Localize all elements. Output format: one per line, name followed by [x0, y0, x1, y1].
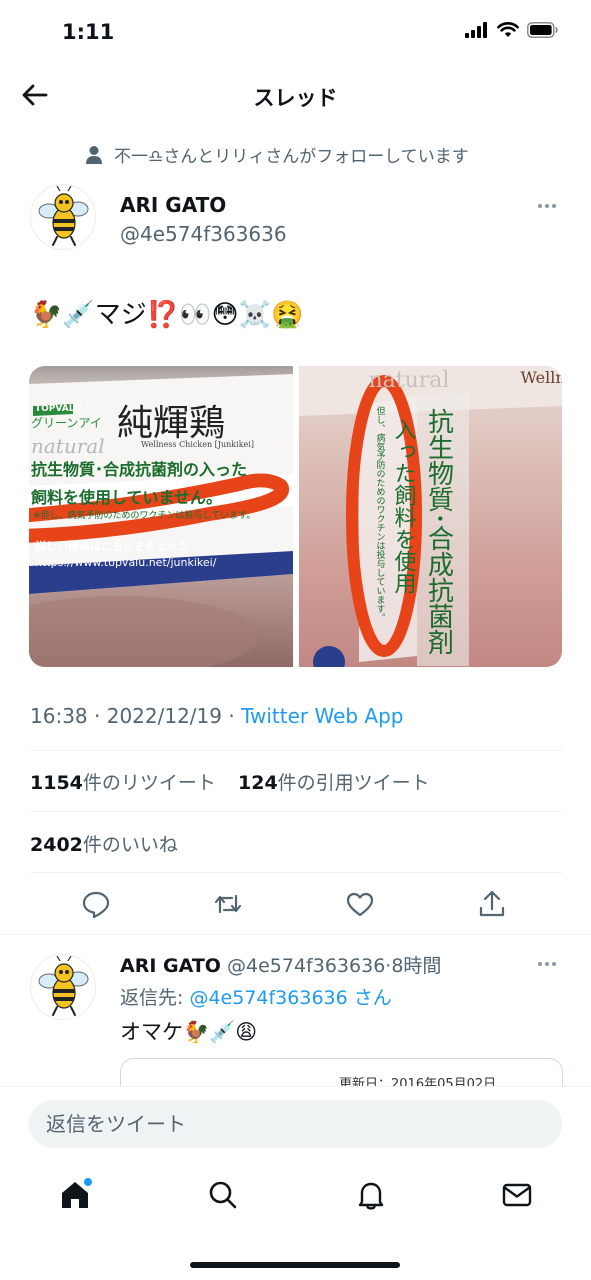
tweet-meta: 16:38 · 2022/12/19 · Twitter Web App [30, 704, 404, 728]
media-image-right[interactable]: natural Welln 抗生物質･合成抗菌剤 入った飼料を使用 但し、病気予… [298, 366, 563, 667]
social-context[interactable]: 不一♎さんとリリィさんがフォローしています [84, 142, 469, 167]
tab-home[interactable] [58, 1178, 92, 1212]
label-brand-sub: グリーンアイ [31, 416, 102, 430]
tweet-date: 2022/12/19 [106, 704, 222, 728]
person-icon [86, 145, 102, 164]
reply-to-suffix: さん [347, 987, 392, 1009]
page-title: スレッド [253, 86, 338, 110]
like-button[interactable] [344, 888, 376, 920]
like-stats[interactable]: 2402件のいいね [30, 830, 178, 857]
closeup-vertical-note: 但し、病気予防のためのワクチンは投与しています。 [374, 406, 385, 622]
tab-messages[interactable] [500, 1178, 534, 1212]
divider [30, 872, 563, 873]
label-detail: 詳しい情報はこちらをチェック [35, 540, 189, 553]
label-note: ※但し、病気予防のためのワクチンは投与しています。 [33, 511, 256, 521]
tweet-media[interactable]: TOPVALU グリーンアイ natural 純輝鶏 Wellness Chic… [29, 366, 562, 667]
reply-to-handle[interactable]: @4e574f363636 [189, 987, 347, 1009]
media-image-left[interactable]: TOPVALU グリーンアイ natural 純輝鶏 Wellness Chic… [29, 366, 293, 667]
retweets-count: 1154 [30, 772, 83, 794]
divider [30, 750, 563, 751]
home-indicator [190, 1262, 400, 1268]
reply-time: 8時間 [391, 955, 442, 977]
divider [30, 811, 563, 812]
retweets-label: 件のリツイート [82, 772, 216, 794]
notification-dot [84, 1178, 92, 1186]
divider [0, 934, 591, 935]
header: スレッド [0, 64, 591, 126]
tweet-time: 16:38 [30, 704, 88, 728]
reply-author-line[interactable]: ARI GATO @4e574f363636·8時間 [120, 951, 441, 978]
author-name[interactable]: ARI GATO [120, 193, 226, 217]
reply-text: オマケ🐓💉😩 [120, 1020, 258, 1044]
retweet-icon [214, 894, 242, 914]
label-title: 純輝鶏 [117, 403, 226, 444]
tweet-text: 🐓💉マジ⁉️👀😳☠️🤮 [30, 300, 304, 330]
reply-author-handle: @4e574f363636 [227, 955, 386, 977]
bee-avatar-icon [38, 185, 89, 246]
reply-more-options-button[interactable] [538, 958, 562, 970]
label-line2: 飼料を使用していません。 [31, 488, 223, 507]
quotes-label: 件の引用ツイート [277, 772, 430, 794]
reply-avatar[interactable] [30, 954, 96, 1020]
label-natural: natural [31, 434, 105, 458]
likes-label: 件のいいね [82, 834, 178, 856]
closeup-natural: natural [368, 368, 450, 393]
tab-bar [0, 1162, 591, 1232]
author-handle[interactable]: @4e574f363636 [120, 222, 287, 246]
status-time: 1:11 [62, 20, 115, 44]
closeup-vertical-red: 入った飼料を使用 [390, 418, 416, 594]
share-button[interactable] [476, 888, 508, 920]
label-line1: 抗生物質･合成抗菌剤の入った [31, 460, 248, 479]
bee-avatar-icon [38, 955, 89, 1016]
closeup-vertical-main: 抗生物質･合成抗菌剤 [423, 408, 454, 656]
wifi-icon [497, 22, 519, 37]
tab-notifications[interactable] [354, 1178, 388, 1212]
status-bar: 1:11 [0, 0, 591, 64]
signal-icon [465, 22, 487, 38]
share-icon [479, 890, 505, 917]
reply-to-prefix: 返信先: [120, 987, 190, 1009]
reply-author-name: ARI GATO [120, 955, 221, 977]
label-brand: TOPVALU [35, 404, 82, 414]
tweet-actions [0, 888, 591, 924]
more-options-button[interactable] [538, 200, 562, 212]
likes-count: 2402 [30, 834, 83, 856]
closeup-brand: Welln [520, 368, 563, 387]
reply-button[interactable] [80, 888, 112, 920]
quotes-count: 124 [238, 772, 278, 794]
avatar[interactable] [30, 184, 96, 250]
label-subtitle: Wellness Chicken [Junkikei] [141, 440, 254, 449]
reply-to: 返信先: @4e574f363636 さん [120, 983, 392, 1010]
label-url: https://www.topvalu.net/junkikei/ [35, 556, 217, 569]
tab-search[interactable] [206, 1178, 240, 1212]
reply-icon [82, 891, 110, 919]
retweet-button[interactable] [212, 888, 244, 920]
bell-icon [358, 1182, 384, 1210]
retweet-stats[interactable]: 1154件のリツイート 124件の引用ツイート [30, 768, 430, 795]
heart-icon [346, 892, 374, 917]
mail-icon [502, 1183, 532, 1207]
status-icons [465, 22, 559, 38]
tweet-source[interactable]: Twitter Web App [241, 704, 403, 728]
social-context-text: 不一♎さんとリリィさんがフォローしています [114, 147, 469, 167]
battery-icon [527, 22, 558, 38]
search-icon [209, 1181, 237, 1209]
reply-input[interactable]: 返信をツイート [29, 1100, 562, 1148]
